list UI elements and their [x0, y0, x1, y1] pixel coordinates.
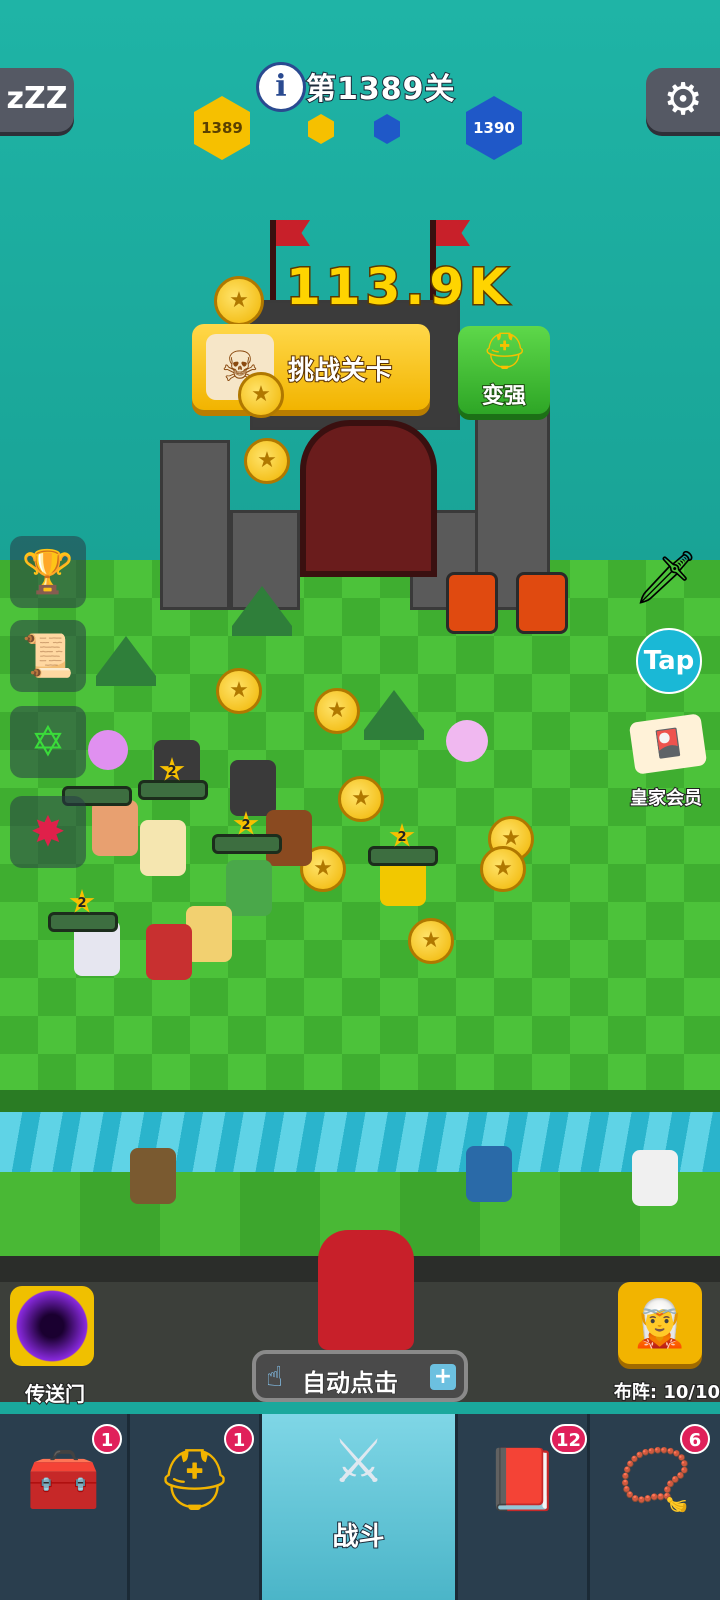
power-up-label: 变强	[481, 383, 527, 410]
auto-click-label: 自动点击	[302, 1369, 399, 1398]
taptap-button[interactable]: Tap	[636, 628, 702, 694]
bottom-nav: 🧰 1 ⛑ 1 ⚔ 战斗 📕 12 📿 6	[0, 1414, 720, 1600]
tab-heroes[interactable]: ⛑ 1	[130, 1414, 262, 1600]
dropped-coin[interactable]: ★	[244, 438, 290, 484]
maple-leaf-icon: ✸	[30, 807, 66, 856]
enemy-fire-catapult	[516, 572, 568, 634]
winged-helmet-icon: ⛑	[482, 331, 528, 372]
challenge-level-label: 挑战关卡	[287, 355, 393, 387]
hero-unit	[226, 860, 272, 916]
hero-health-bar: 2	[138, 757, 208, 800]
royal-member-button[interactable]: 🎴	[628, 713, 708, 775]
pointer-hand-icon: ☝	[266, 1360, 284, 1393]
hero-unit	[230, 760, 276, 816]
auto-click-button[interactable]: ☝ 自动点击 +	[252, 1350, 468, 1402]
reserve-hero[interactable]	[632, 1150, 678, 1206]
auto-click-plus-icon: +	[430, 1364, 456, 1390]
coin-amount: 113.9K	[285, 257, 513, 318]
hero-health-bar: 2	[48, 889, 118, 932]
hero-health-bar: 2	[368, 823, 438, 866]
sleep-icon: zZZ	[6, 81, 68, 116]
tab-spellbook[interactable]: 📕 12	[458, 1414, 590, 1600]
castle-gate	[300, 420, 437, 577]
red-dragon-hero	[318, 1230, 414, 1350]
dropped-coin[interactable]: ★	[480, 846, 526, 892]
viking-hero-icon: 🧝	[631, 1296, 689, 1350]
hero-health-bar: 2	[212, 811, 282, 854]
formation-button[interactable]: 🧝	[618, 1282, 702, 1364]
dropped-coin[interactable]: ★	[314, 688, 360, 734]
quest-scroll-button[interactable]: 📜	[10, 620, 86, 692]
dropped-coin[interactable]: ★	[216, 668, 262, 714]
notification-badge: 1	[92, 1424, 122, 1454]
notification-badge: 6	[680, 1424, 710, 1454]
hero-unit	[146, 924, 192, 980]
dropped-coin[interactable]: ★	[338, 776, 384, 822]
royal-member-label: 皇家会员	[629, 787, 703, 810]
notification-badge: 12	[550, 1424, 588, 1454]
battle-sword-button[interactable]: 🗡	[628, 540, 704, 616]
hexagram-icon: ✡	[30, 717, 66, 766]
sleep-button[interactable]: zZZ	[0, 68, 74, 132]
settings-button[interactable]: ⚙	[646, 68, 720, 132]
tab-battle-label: 战斗	[331, 1521, 385, 1553]
castle-tower-left	[160, 440, 230, 610]
hero-unit	[186, 906, 232, 962]
dropped-coin[interactable]: ★	[238, 372, 284, 418]
enemy-fire-catapult	[446, 572, 498, 634]
taptap-label: Tap	[643, 646, 695, 676]
castle-flag	[270, 220, 276, 300]
power-up-button[interactable]: ⛑ 变强	[458, 326, 550, 414]
challenge-level-button[interactable]: ☠ 挑战关卡	[192, 324, 430, 410]
scroll-icon: 📜	[21, 631, 75, 680]
level-title: 第1389关	[305, 71, 456, 108]
formation-count: 布阵: 10/10	[613, 1381, 720, 1404]
river	[0, 1112, 720, 1172]
crossed-swords-icon: ⚔	[331, 1427, 386, 1497]
sword-icon: 🗡	[632, 548, 699, 608]
portal-button[interactable]	[10, 1286, 94, 1366]
hero-unit	[140, 820, 186, 876]
tab-treasure[interactable]: 🧰 1	[0, 1414, 130, 1600]
dropped-coin[interactable]: ★	[408, 918, 454, 964]
reserve-hero[interactable]	[130, 1148, 176, 1204]
enemy-ghost	[88, 730, 128, 770]
maple-event-button[interactable]: ✸	[10, 796, 86, 868]
hero-unit	[92, 800, 138, 856]
enemy-ghost	[446, 720, 488, 762]
tab-battle[interactable]: ⚔ 战斗	[262, 1414, 458, 1600]
gear-icon: ⚙	[663, 74, 703, 125]
ranking-button[interactable]: 🏆	[10, 536, 86, 608]
portal-label: 传送门	[24, 1381, 86, 1407]
notification-badge: 1	[224, 1424, 254, 1454]
vip-card-icon: 🎴	[649, 726, 687, 762]
info-icon: i	[275, 69, 287, 104]
tab-equipment[interactable]: 📿 6	[590, 1414, 720, 1600]
podium-icon: 🏆	[21, 547, 75, 596]
reserve-hero[interactable]	[466, 1146, 512, 1202]
level-info-button[interactable]: i	[256, 62, 306, 112]
coin-icon: ★	[214, 276, 264, 326]
board-edge	[0, 1090, 720, 1112]
hexagram-button[interactable]: ✡	[10, 706, 86, 778]
